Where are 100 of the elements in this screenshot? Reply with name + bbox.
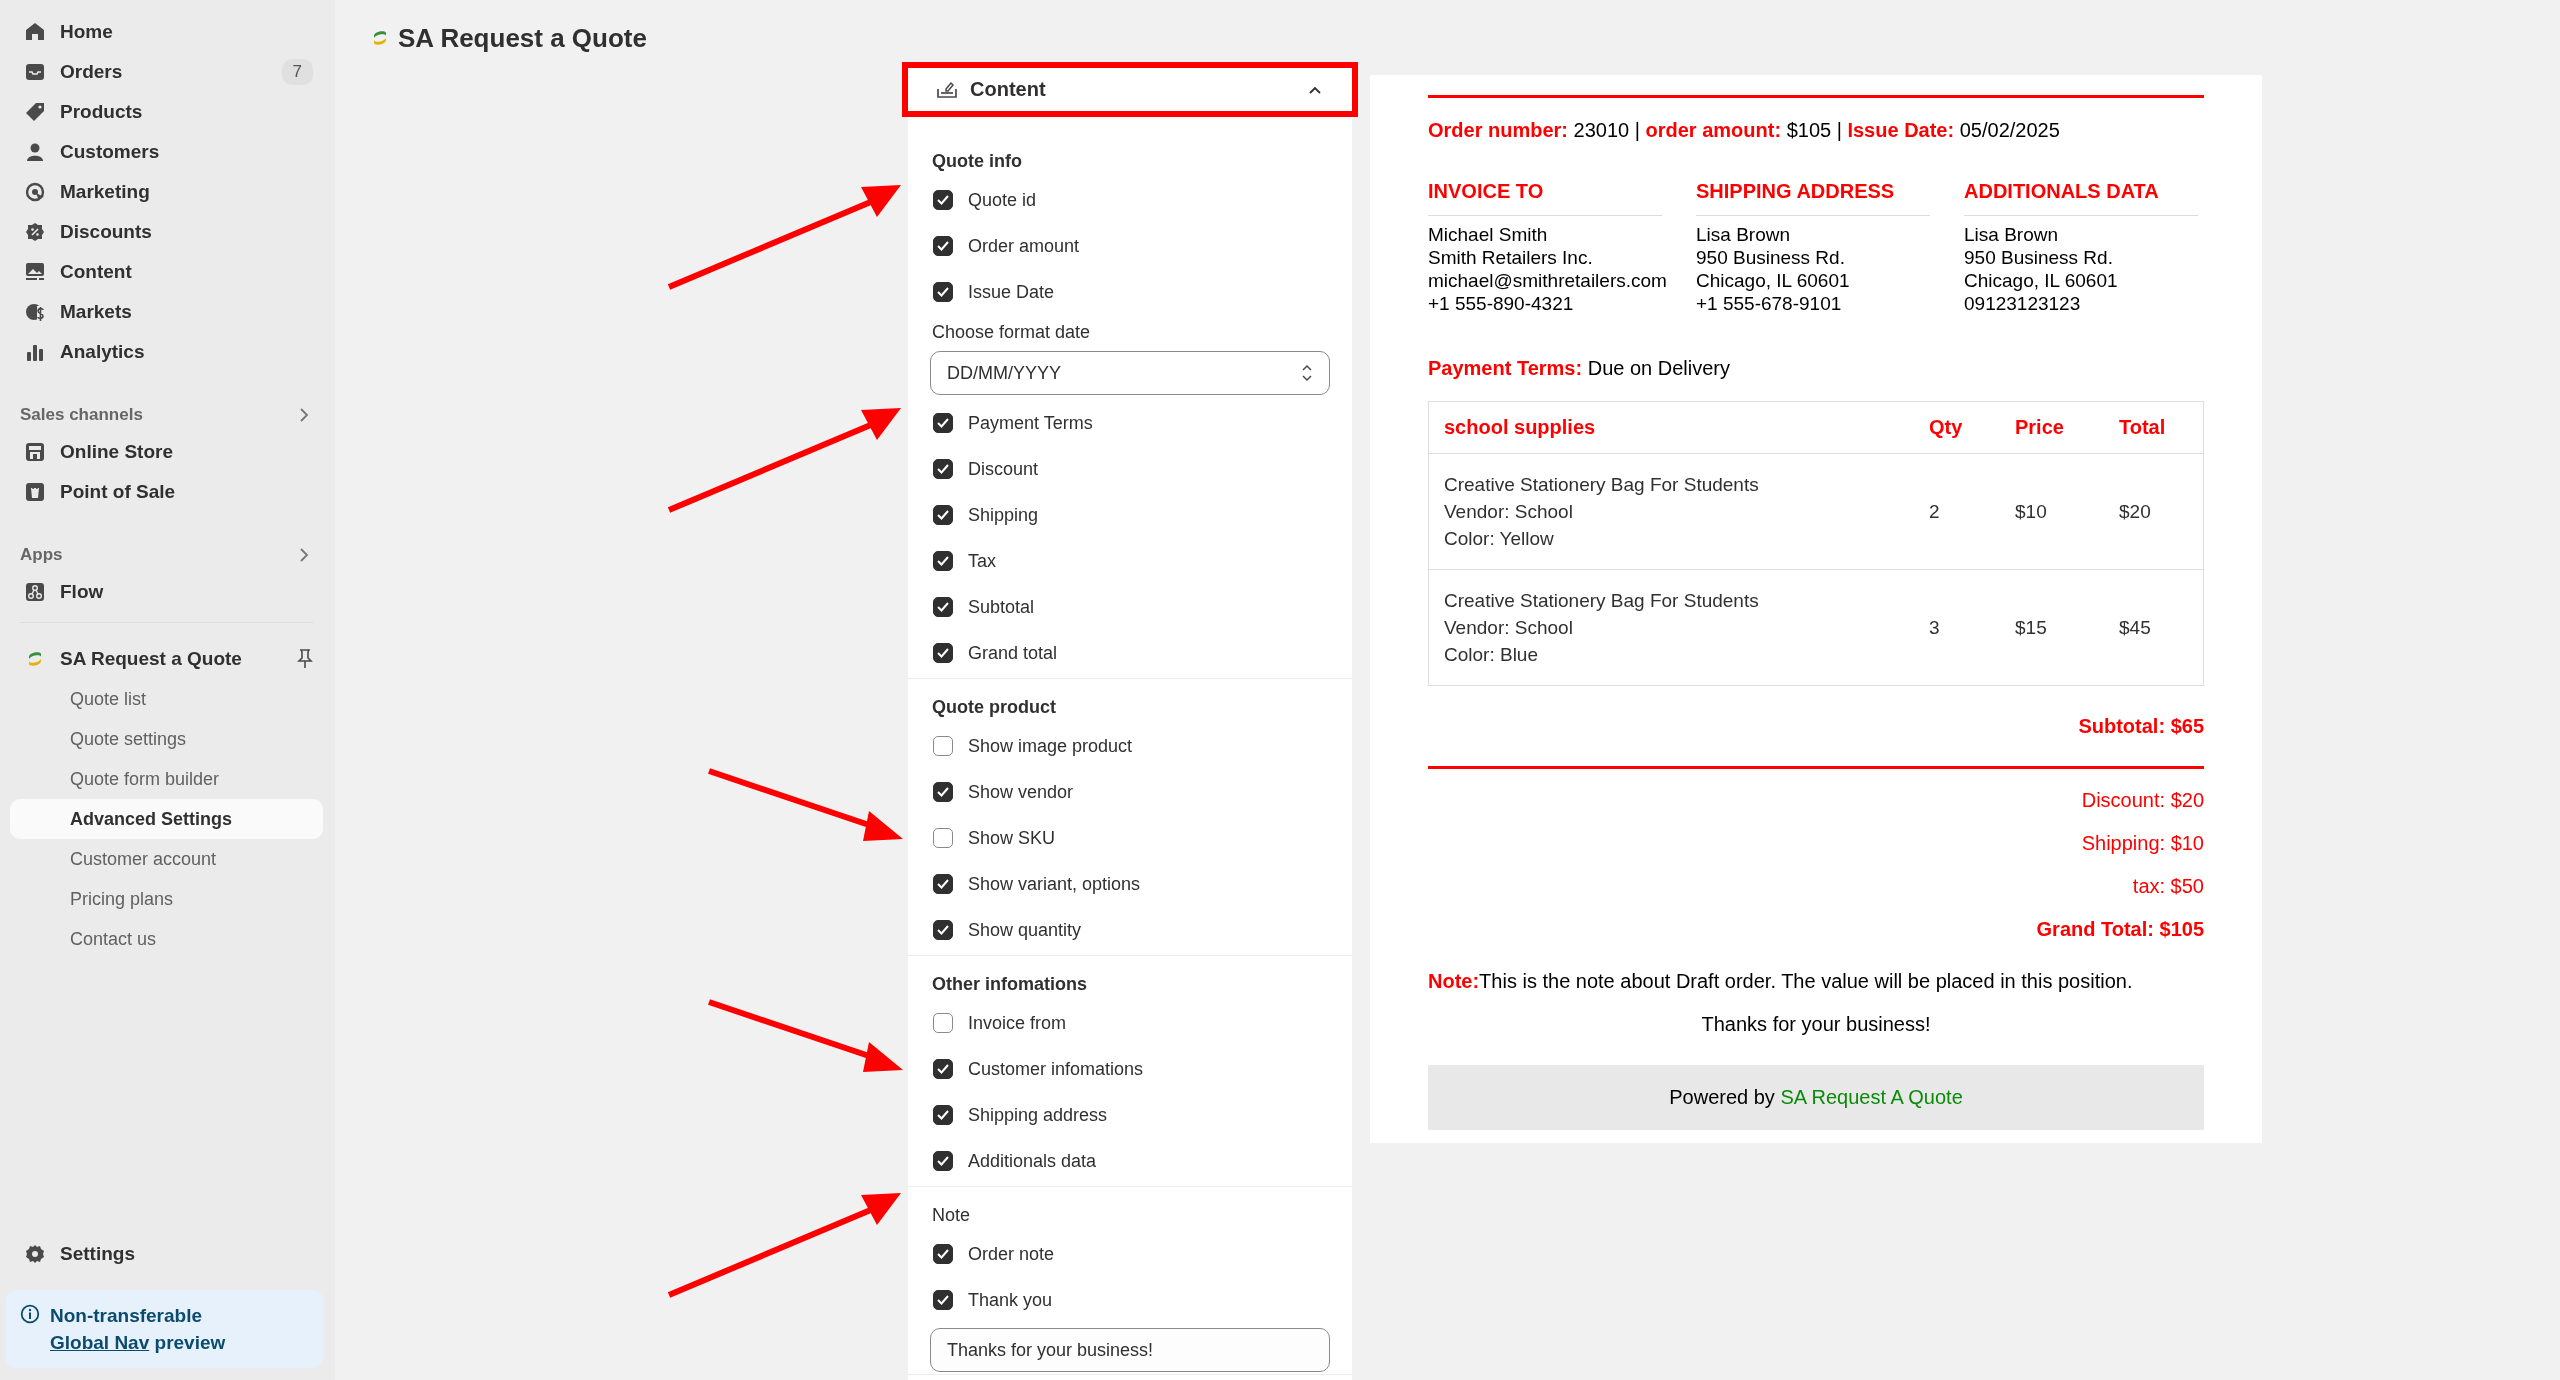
nav-item[interactable]: Content [0, 252, 335, 292]
nav-item[interactable]: Online Store [0, 432, 335, 472]
subtotal-text: Subtotal: $65 [2077, 714, 2204, 738]
checkbox[interactable] [933, 1105, 953, 1125]
table-cell: Creative Stationery Bag For Students Vendor: School Color: Blue [1428, 569, 1914, 686]
checkbox-label[interactable]: Shipping [968, 504, 1039, 526]
checkbox[interactable] [933, 920, 953, 940]
checkbox-label[interactable]: Order note [968, 1243, 1055, 1265]
checkbox-label[interactable]: Discount [968, 458, 1039, 480]
global-nav-link[interactable]: Global Nav [50, 1332, 150, 1353]
sub-nav-item[interactable]: Contact us [10, 919, 323, 959]
checkmark-icon [936, 786, 950, 798]
chevron-right-icon [299, 548, 309, 562]
checkbox[interactable] [933, 282, 953, 302]
checkbox-label[interactable]: Tax [968, 550, 996, 572]
checkbox[interactable] [933, 736, 953, 756]
checkmark-icon [936, 417, 950, 429]
payment-terms: Payment Terms: Due on Delivery [1428, 356, 1731, 380]
nav-item[interactable]: Settings [0, 1234, 335, 1274]
checkbox[interactable] [933, 828, 953, 848]
checkbox[interactable] [933, 551, 953, 571]
nav-item[interactable]: Analytics [0, 332, 335, 372]
checkbox[interactable] [933, 505, 953, 525]
sub-nav-item[interactable]: Quote list [10, 679, 323, 719]
bar-chart-icon [25, 342, 45, 362]
checkbox[interactable] [933, 236, 953, 256]
pin-icon [297, 649, 313, 669]
date-format-select[interactable]: DD/MM/YYYY [930, 351, 1330, 395]
checkmark-icon [936, 924, 950, 936]
nav-item[interactable]: Markets [0, 292, 335, 332]
checkbox-label[interactable]: Show vendor [968, 781, 1074, 803]
checkbox[interactable] [933, 782, 953, 802]
address-heading: INVOICE TO [1428, 179, 1662, 216]
table-cell: 3 [1914, 569, 2000, 686]
checkbox[interactable] [933, 413, 953, 433]
checkbox[interactable] [933, 190, 953, 210]
sub-nav-item[interactable]: Quote form builder [10, 759, 323, 799]
checkbox-label[interactable]: Show image product [968, 735, 1133, 757]
checkbox[interactable] [933, 459, 953, 479]
checkbox-label[interactable]: Invoice from [968, 1012, 1067, 1034]
table-cell: $10 [2000, 453, 2104, 570]
home-icon [25, 22, 45, 42]
nav-item[interactable]: Orders 7 [0, 52, 335, 92]
app-link[interactable]: SA Request A Quote [1780, 1086, 1963, 1108]
address-heading: SHIPPING ADDRESS [1696, 179, 1930, 216]
shopping-bag-icon [25, 482, 45, 502]
column-header: school supplies [1428, 401, 1914, 454]
nav-item[interactable]: Products [0, 92, 335, 132]
nav-item[interactable]: Discounts [0, 212, 335, 252]
checkbox-label[interactable]: Additionals data [968, 1150, 1097, 1172]
section-header[interactable]: Apps [0, 538, 335, 572]
checkmark-icon [936, 1294, 950, 1306]
checkbox-label[interactable]: Order amount [968, 235, 1080, 257]
checkbox-label[interactable]: Shipping address [968, 1104, 1108, 1126]
checkbox-label[interactable]: Customer infomations [968, 1058, 1144, 1080]
checkbox-label[interactable]: Grand total [968, 642, 1058, 664]
checkbox-label[interactable]: Issue Date [968, 281, 1055, 303]
checkbox[interactable] [933, 1244, 953, 1264]
checkbox[interactable] [933, 597, 953, 617]
checkbox[interactable] [933, 1013, 953, 1033]
gear-icon [25, 1244, 45, 1264]
checkbox-label[interactable]: Show SKU [968, 827, 1056, 849]
checkbox-label[interactable]: Show variant, options [968, 873, 1141, 895]
checkmark-icon [936, 286, 950, 298]
grand-total-text: Grand Total: $105 [2035, 917, 2204, 942]
nav-item[interactable]: Marketing [0, 172, 335, 212]
thank-you-field[interactable]: Thanks for your business! [930, 1328, 1330, 1372]
nav-item[interactable]: SA Request a Quote [0, 639, 335, 679]
checkbox-label[interactable]: Quote id [968, 189, 1037, 211]
checkbox-label[interactable]: Show quantity [968, 919, 1082, 941]
checkbox[interactable] [933, 1059, 953, 1079]
nav-item[interactable]: Customers [0, 132, 335, 172]
tag-icon [25, 102, 45, 122]
section-title: Other infomations [931, 972, 1088, 996]
globe-dollar-icon [25, 302, 45, 322]
notice-text: Non-transferable Global Nav preview [50, 1304, 227, 1355]
checkbox[interactable] [933, 1151, 953, 1171]
nav-item[interactable]: Home [0, 12, 335, 52]
powered-by-text: Powered by SA Request A Quote [1669, 1086, 1963, 1109]
flow-icon [25, 582, 45, 602]
checkbox[interactable] [933, 874, 953, 894]
content-section-header[interactable]: Content [902, 62, 1358, 117]
sub-nav-item[interactable]: Customer account [10, 839, 323, 879]
section-header[interactable]: Sales channels [0, 398, 335, 432]
nav-item[interactable]: Point of Sale [0, 472, 335, 512]
sub-nav-item[interactable]: Quote settings [10, 719, 323, 759]
checkbox-label[interactable]: Payment Terms [968, 412, 1093, 434]
column-header: Qty [1914, 401, 2000, 454]
checkmark-icon [936, 1063, 950, 1075]
storefront-icon [25, 442, 45, 462]
order-summary: Order number: 23010 | order amount: $105 | Issue Date: 05/02/2025 [1428, 118, 2061, 142]
checkbox[interactable] [933, 643, 953, 663]
checkbox-label[interactable]: Thank you [968, 1289, 1053, 1311]
checkbox-label[interactable]: Subtotal [968, 596, 1035, 618]
thanks-text: Thanks for your business! [1700, 1012, 1932, 1036]
checkbox[interactable] [933, 1290, 953, 1310]
sub-nav-item[interactable]: Advanced Settings [10, 799, 323, 839]
page-title: SA Request a Quote [398, 22, 647, 54]
sub-nav-item[interactable]: Pricing plans [10, 879, 323, 919]
nav-item[interactable]: Flow [0, 572, 335, 612]
